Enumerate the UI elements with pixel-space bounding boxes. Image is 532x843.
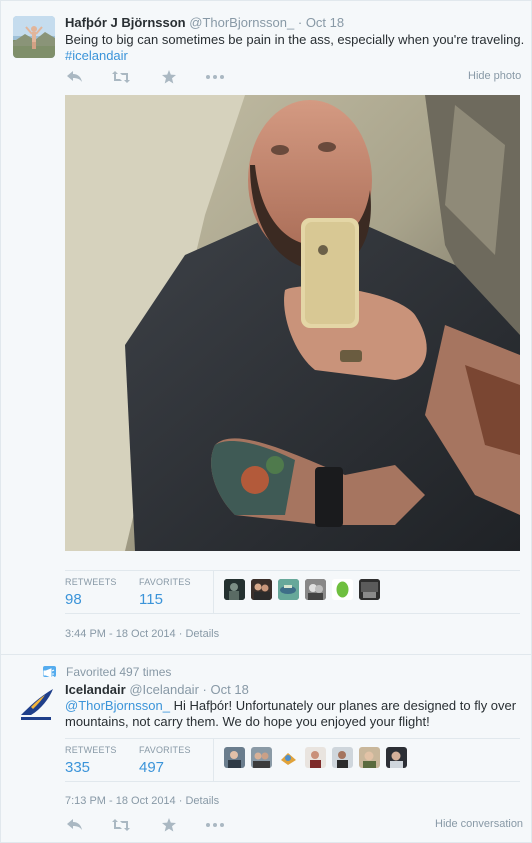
more-icon[interactable]	[205, 68, 225, 86]
reply-stats-divider	[213, 739, 214, 781]
tweet-actions	[65, 68, 225, 86]
reply-icon[interactable]	[65, 816, 85, 834]
reply-retweets-count[interactable]: 335	[65, 759, 117, 776]
retweets-count[interactable]: 98	[65, 591, 117, 608]
original-tweet: Hafþór J Björnsson @ThorBjornsson_ · Oct…	[1, 1, 531, 654]
favorited-count-line[interactable]: Favorited 497 times	[66, 665, 171, 679]
favoriter-avatar[interactable]	[251, 579, 272, 600]
reply-text: @ThorBjornsson_ Hi Hafþór! Unfortunately…	[65, 698, 525, 730]
hide-conversation-link[interactable]: Hide conversation	[435, 818, 523, 830]
tweet-body: Being to big can sometimes be pain in th…	[65, 32, 525, 47]
stats-divider	[213, 571, 214, 613]
author-name[interactable]: Hafþór J Björnsson	[65, 15, 186, 30]
reply-favorites-label: FAVORITES	[139, 745, 191, 755]
favoriter-avatar[interactable]	[305, 579, 326, 600]
reply-favorites-stat[interactable]: FAVORITES 497	[139, 745, 191, 776]
author-handle[interactable]: @ThorBjornsson_	[189, 15, 294, 30]
details-link[interactable]: Details	[185, 628, 219, 640]
reply-retweets-label: RETWEETS	[65, 745, 117, 755]
favoriter-avatar[interactable]	[278, 579, 299, 600]
retweets-label: RETWEETS	[65, 577, 117, 587]
favoriter-avatar[interactable]	[386, 747, 407, 768]
selfie-photo[interactable]	[65, 95, 520, 551]
reply-timestamp-text[interactable]: 7:13 PM - 18 Oct 2014	[65, 795, 176, 807]
reply-meta-separator: ·	[178, 795, 183, 807]
tweet-timestamp: 3:44 PM - 18 Oct 2014 · Details	[65, 628, 219, 640]
reply-date[interactable]: Oct 18	[211, 682, 249, 697]
hide-photo-link[interactable]: Hide photo	[468, 70, 521, 82]
mention-link[interactable]: @ThorBjornsson_	[65, 698, 170, 713]
retweet-icon[interactable]	[111, 816, 131, 834]
header-separator: ·	[297, 15, 303, 30]
hafthor-avatar[interactable]	[13, 16, 55, 58]
reply-details-link[interactable]: Details	[185, 795, 219, 807]
favoriter-avatar[interactable]	[359, 747, 380, 768]
favoriter-avatar[interactable]	[224, 579, 245, 600]
favoriter-avatar[interactable]	[359, 579, 380, 600]
tweet-header: Hafþór J Björnsson @ThorBjornsson_ · Oct…	[65, 15, 344, 30]
favorite-icon[interactable]	[159, 816, 179, 834]
favorites-stat[interactable]: FAVORITES 115	[139, 577, 191, 608]
timestamp-text[interactable]: 3:44 PM - 18 Oct 2014	[65, 628, 176, 640]
favoriter-avatar[interactable]	[278, 747, 299, 768]
reply-author-handle[interactable]: @Icelandair	[129, 682, 199, 697]
reply-retweets-stat[interactable]: RETWEETS 335	[65, 745, 117, 776]
tweet-date[interactable]: Oct 18	[306, 15, 344, 30]
favorites-label: FAVORITES	[139, 577, 191, 587]
favorited-icon	[43, 666, 56, 678]
favoriter-avatar[interactable]	[332, 747, 353, 768]
tweet-stats: RETWEETS 98 FAVORITES 115	[65, 570, 520, 614]
reply-actions	[65, 816, 225, 834]
tweet-text: Being to big can sometimes be pain in th…	[65, 32, 525, 64]
reply-favorites-count[interactable]: 497	[139, 759, 191, 776]
more-icon[interactable]	[205, 816, 225, 834]
favorite-icon[interactable]	[159, 68, 179, 86]
favoriter-avatar[interactable]	[332, 579, 353, 600]
reply-author-name[interactable]: Icelandair	[65, 682, 126, 697]
reply-stats: RETWEETS 335 FAVORITES 497	[65, 738, 520, 782]
reply-timestamp: 7:13 PM - 18 Oct 2014 · Details	[65, 795, 219, 807]
retweets-stat[interactable]: RETWEETS 98	[65, 577, 117, 608]
reply-icon[interactable]	[65, 68, 85, 86]
icelandair-logo[interactable]	[15, 685, 57, 725]
reply-header-separator: ·	[202, 682, 207, 697]
favoriter-avatar[interactable]	[305, 747, 326, 768]
favorites-count[interactable]: 115	[139, 591, 191, 608]
meta-separator: ·	[178, 628, 183, 640]
favoriter-avatar[interactable]	[224, 747, 245, 768]
retweet-icon[interactable]	[111, 68, 131, 86]
favoriter-avatar[interactable]	[251, 747, 272, 768]
tweet-detail: Hafþór J Björnsson @ThorBjornsson_ · Oct…	[0, 0, 532, 843]
reply-header: Icelandair @Icelandair · Oct 18	[65, 682, 249, 697]
hashtag-link[interactable]: #icelandair	[65, 48, 128, 63]
